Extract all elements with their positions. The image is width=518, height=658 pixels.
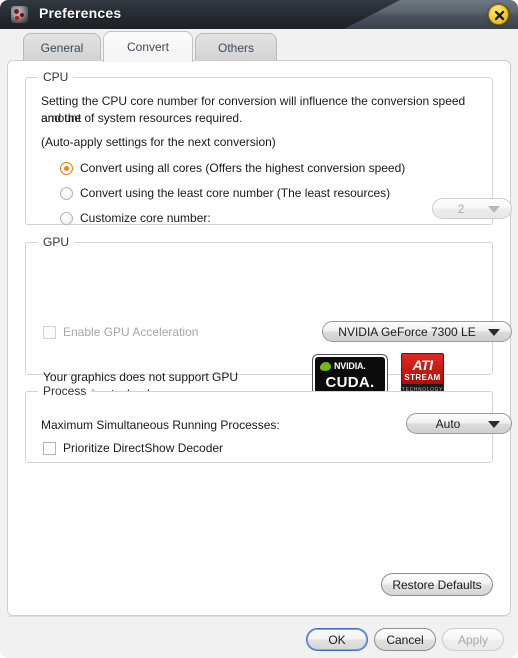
radio-least-cores[interactable]: Convert using the least core number (The…: [60, 186, 390, 200]
window-title: Preferences: [39, 5, 122, 21]
process-group-title: Process: [38, 384, 92, 398]
max-processes-value: Auto: [435, 416, 461, 431]
core-number-dropdown[interactable]: 2: [432, 198, 512, 219]
tab-strip: General Convert Others: [0, 29, 518, 62]
nvidia-product-text: CUDA.: [325, 374, 375, 391]
max-processes-dropdown[interactable]: Auto: [406, 413, 512, 434]
convert-settings-panel: CPU Setting the CPU core number for conv…: [7, 60, 512, 616]
apply-button[interactable]: Apply: [442, 628, 504, 651]
title-bar: Preferences: [0, 0, 518, 29]
core-number-value: 2: [457, 201, 465, 216]
gpu-group: GPU Enable GPU Acceleration NVIDIA GeFor…: [25, 235, 512, 418]
radio-custom-cores[interactable]: Customize core number:: [60, 211, 211, 225]
restore-defaults-label: Restore Defaults: [392, 577, 482, 592]
tab-convert-label: Convert: [126, 40, 170, 54]
enable-gpu-acceleration-label: Enable GPU Acceleration: [63, 325, 199, 339]
process-group: Process Maximum Simultaneous Running Pro…: [25, 384, 512, 463]
prioritize-directshow-box: [43, 441, 56, 455]
cpu-auto-apply-note: (Auto-apply settings for the next conver…: [41, 135, 276, 149]
cancel-label: Cancel: [386, 632, 424, 647]
ok-label: OK: [328, 632, 346, 647]
film-reel-icon: [11, 6, 28, 23]
ati-brand-text: ATI: [412, 357, 433, 373]
chevron-down-icon: [488, 206, 500, 213]
radio-custom-cores-label: Customize core number:: [80, 211, 211, 225]
ati-stream-text: STREAM: [404, 373, 441, 382]
tab-general-label: General: [40, 40, 84, 55]
footer-divider: [7, 616, 511, 617]
ok-button[interactable]: OK: [306, 628, 368, 651]
max-processes-label: Maximum Simultaneous Running Processes:: [41, 418, 280, 432]
prioritize-directshow-label: Prioritize DirectShow Decoder: [63, 441, 224, 455]
cpu-group: CPU Setting the CPU core number for conv…: [25, 70, 512, 225]
preferences-window: Preferences General Convert Others CPU S…: [0, 0, 518, 658]
tab-general[interactable]: General: [23, 33, 101, 61]
enable-gpu-acceleration-box: [43, 325, 56, 339]
chevron-down-icon: [488, 329, 500, 336]
nvidia-brand-text: NVIDIA.: [334, 361, 366, 371]
nvidia-cuda-logo-icon: NVIDIA. CUDA.: [312, 354, 388, 396]
chevron-down-icon: [488, 421, 500, 428]
radio-all-cores-indicator: [60, 161, 73, 175]
enable-gpu-acceleration-checkbox[interactable]: Enable GPU Acceleration: [43, 325, 198, 339]
apply-label: Apply: [457, 632, 489, 647]
tab-others-label: Others: [217, 40, 254, 55]
prioritize-directshow-checkbox[interactable]: Prioritize DirectShow Decoder: [43, 441, 223, 455]
radio-least-cores-indicator: [60, 186, 73, 200]
radio-custom-cores-indicator: [60, 211, 73, 225]
cpu-group-title: CPU: [38, 70, 74, 84]
gpu-device-dropdown[interactable]: NVIDIA GeForce 7300 LE: [322, 321, 512, 342]
radio-all-cores-label: Convert using all cores (Offers the high…: [80, 161, 406, 175]
tab-others[interactable]: Others: [195, 33, 277, 61]
cpu-description-line2: amount of system resources required.: [41, 111, 243, 125]
gpu-group-title: GPU: [38, 235, 75, 249]
close-icon[interactable]: [488, 4, 509, 25]
radio-least-cores-label: Convert using the least core number (The…: [80, 186, 391, 200]
gpu-device-value: NVIDIA GeForce 7300 LE: [338, 324, 476, 339]
radio-all-cores[interactable]: Convert using all cores (Offers the high…: [60, 161, 405, 175]
restore-defaults-button[interactable]: Restore Defaults: [381, 573, 493, 596]
cancel-button[interactable]: Cancel: [374, 628, 436, 651]
tab-convert[interactable]: Convert: [103, 31, 193, 62]
